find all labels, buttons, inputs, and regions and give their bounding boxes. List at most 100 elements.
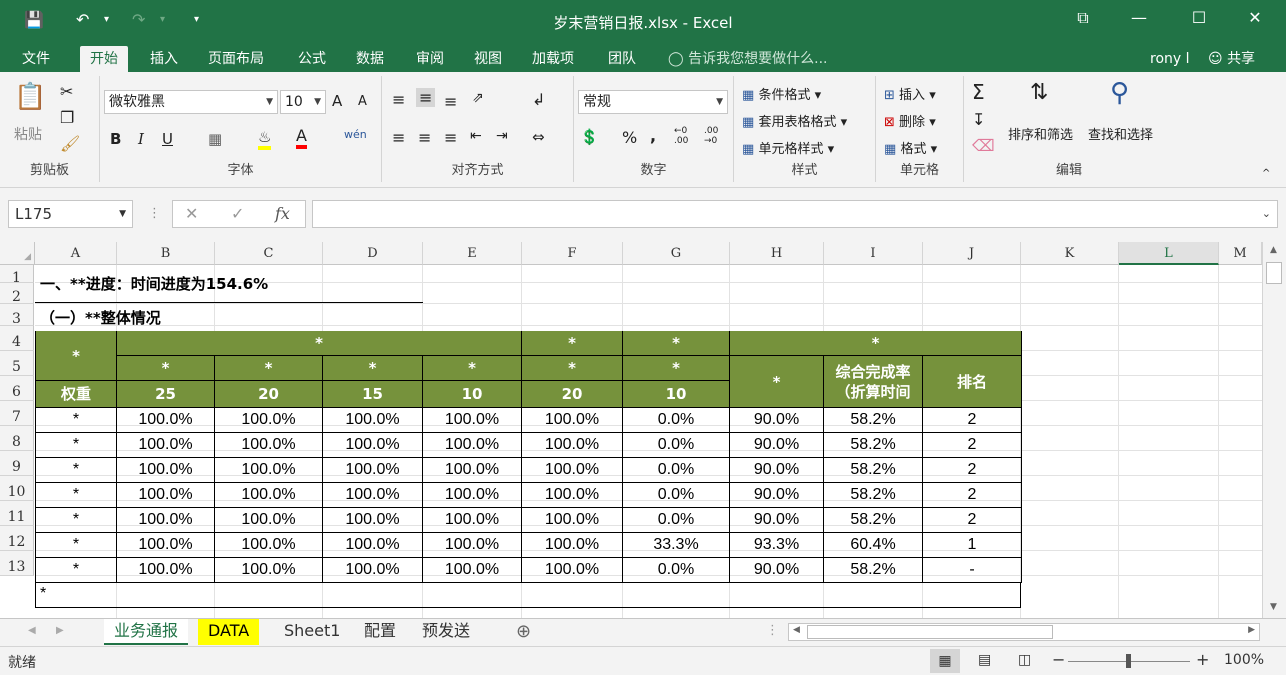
- wrap-text-icon[interactable]: ↲: [532, 90, 545, 109]
- table-cell[interactable]: 100.0%: [522, 433, 623, 458]
- zoom-level[interactable]: 100%: [1224, 652, 1264, 668]
- horizontal-scrollbar[interactable]: ◀ ▶: [788, 623, 1260, 641]
- table-cell[interactable]: *: [36, 408, 117, 433]
- table-cell[interactable]: 100.0%: [117, 533, 215, 558]
- header-weight[interactable]: 权重: [36, 381, 117, 408]
- header-h3[interactable]: *: [730, 331, 1022, 356]
- table-cell[interactable]: 100.0%: [522, 558, 623, 583]
- number-format-select[interactable]: 常规 ▼: [578, 90, 728, 114]
- table-cell[interactable]: 100.0%: [117, 558, 215, 583]
- tab-page-layout[interactable]: 页面布局: [198, 46, 274, 72]
- table-cell[interactable]: 100.0%: [323, 483, 423, 508]
- tab-review[interactable]: 审阅: [406, 46, 454, 72]
- table-cell[interactable]: 0.0%: [623, 433, 730, 458]
- table-cell[interactable]: 100.0%: [117, 408, 215, 433]
- sort-filter-button[interactable]: 排序和筛选: [1008, 124, 1073, 143]
- header-f3[interactable]: *: [522, 331, 623, 356]
- cancel-icon[interactable]: ✕: [185, 204, 198, 223]
- vertical-scroll-thumb[interactable]: [1266, 262, 1282, 284]
- fill-icon[interactable]: ↧: [972, 110, 985, 129]
- table-cell[interactable]: 100.0%: [215, 508, 323, 533]
- column-header-k[interactable]: K: [1021, 242, 1119, 265]
- increase-indent-icon[interactable]: ⇥: [496, 128, 508, 144]
- row-header-3[interactable]: 3: [0, 304, 34, 327]
- row-header-11[interactable]: 11: [0, 501, 34, 526]
- page-break-view-icon[interactable]: ◫: [1018, 652, 1031, 668]
- vertical-scrollbar[interactable]: ▲ ▼: [1262, 242, 1286, 618]
- header-weight-b5[interactable]: 25: [117, 381, 215, 408]
- table-cell[interactable]: *: [36, 483, 117, 508]
- column-header-c[interactable]: C: [215, 242, 323, 265]
- table-cell[interactable]: 100.0%: [423, 508, 522, 533]
- minimize-button[interactable]: —: [1124, 8, 1154, 27]
- shrink-font-button[interactable]: A: [358, 94, 367, 109]
- tell-me-search[interactable]: ◯ 告诉我您想要做什么...: [668, 46, 827, 72]
- table-cell[interactable]: 90.0%: [730, 433, 824, 458]
- row-header-5[interactable]: 5: [0, 351, 34, 376]
- enter-icon[interactable]: ✓: [231, 204, 244, 223]
- table-cell[interactable]: *: [36, 558, 117, 583]
- decrease-indent-icon[interactable]: ⇤: [470, 128, 482, 144]
- table-cell[interactable]: 100.0%: [117, 458, 215, 483]
- table-cell[interactable]: *: [36, 508, 117, 533]
- table-cell[interactable]: 1: [923, 533, 1022, 558]
- table-cell[interactable]: 100.0%: [423, 408, 522, 433]
- table-cell[interactable]: 100.0%: [117, 508, 215, 533]
- grow-font-button[interactable]: A: [332, 92, 342, 110]
- header-weight-f5[interactable]: 20: [522, 381, 623, 408]
- table-cell[interactable]: 90.0%: [730, 458, 824, 483]
- row-header-7[interactable]: 7: [0, 401, 34, 426]
- table-cell[interactable]: 100.0%: [117, 433, 215, 458]
- header-weight-e5[interactable]: 10: [423, 381, 522, 408]
- table-cell[interactable]: 100.0%: [423, 458, 522, 483]
- font-color-icon[interactable]: A: [296, 126, 307, 149]
- header-weight-c5[interactable]: 20: [215, 381, 323, 408]
- header-b3[interactable]: *: [117, 331, 522, 356]
- tab-addins[interactable]: 加载项: [522, 46, 584, 72]
- autosum-icon[interactable]: Σ: [972, 80, 985, 104]
- header-weight-g5[interactable]: 10: [623, 381, 730, 408]
- table-cell[interactable]: 90.0%: [730, 558, 824, 583]
- column-header-e[interactable]: E: [423, 242, 522, 265]
- table-cell[interactable]: -: [923, 558, 1022, 583]
- scroll-right-icon[interactable]: ▶: [1248, 625, 1255, 635]
- table-cell[interactable]: 58.2%: [824, 483, 923, 508]
- tab-file[interactable]: 文件: [12, 46, 60, 72]
- page-layout-view-icon[interactable]: ▤: [978, 652, 991, 668]
- table-cell[interactable]: 100.0%: [215, 533, 323, 558]
- sheet-tab-data[interactable]: DATA: [198, 619, 260, 645]
- tab-view[interactable]: 视图: [464, 46, 512, 72]
- table-cell[interactable]: 100.0%: [323, 533, 423, 558]
- table-cell[interactable]: 2: [923, 483, 1022, 508]
- title-row-1[interactable]: 一、**进度：时间进度为154.6%: [40, 273, 268, 294]
- table-cell[interactable]: 58.2%: [824, 408, 923, 433]
- header-f4[interactable]: *: [522, 356, 623, 381]
- row-header-8[interactable]: 8: [0, 426, 34, 451]
- row-header-2[interactable]: 2: [0, 283, 34, 305]
- column-header-f[interactable]: F: [522, 242, 623, 265]
- paste-icon[interactable]: 📋: [14, 82, 46, 112]
- conditional-formatting-button[interactable]: ▦ 条件格式 ▾: [742, 84, 821, 103]
- scroll-left-icon[interactable]: ◀: [793, 625, 800, 635]
- cut-icon[interactable]: ✂: [60, 82, 73, 101]
- row-header-13[interactable]: 13: [0, 551, 34, 576]
- paste-button[interactable]: 粘贴: [14, 124, 42, 144]
- sheet-tab-business[interactable]: 业务通报: [104, 619, 189, 645]
- tab-splitter-icon[interactable]: ⋮: [766, 623, 779, 638]
- clear-icon[interactable]: ⌫: [972, 136, 995, 155]
- column-header-d[interactable]: D: [323, 242, 423, 265]
- table-cell[interactable]: 90.0%: [730, 483, 824, 508]
- row-header-4[interactable]: 4: [0, 326, 34, 351]
- column-header-l[interactable]: L: [1119, 242, 1219, 265]
- formula-input[interactable]: ⌄: [312, 200, 1278, 228]
- table-cell[interactable]: 100.0%: [423, 433, 522, 458]
- table-cell[interactable]: 58.2%: [824, 508, 923, 533]
- tab-insert[interactable]: 插入: [140, 46, 188, 72]
- cell-styles-button[interactable]: ▦ 单元格样式 ▾: [742, 138, 834, 157]
- underline-button[interactable]: U: [162, 130, 173, 148]
- tab-team[interactable]: 团队: [598, 46, 646, 72]
- format-cells-button[interactable]: ▦ 格式 ▾: [884, 138, 937, 157]
- note-cell[interactable]: *: [35, 583, 1021, 608]
- italic-button[interactable]: I: [138, 130, 144, 148]
- table-cell[interactable]: 58.2%: [824, 458, 923, 483]
